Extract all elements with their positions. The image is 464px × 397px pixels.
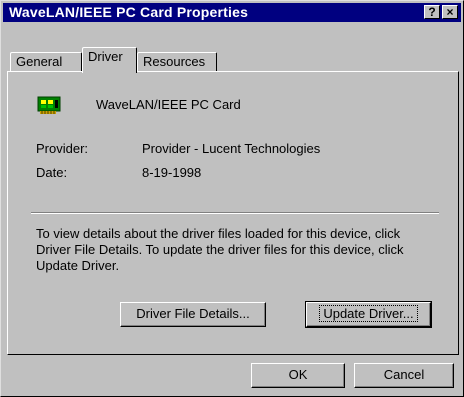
cancel-button[interactable]: Cancel (354, 363, 454, 388)
update-driver-label: Update Driver... (319, 305, 418, 322)
network-card-icon (37, 96, 61, 114)
driver-tab-panel: WaveLAN/IEEE PC Card Provider: Provider … (7, 71, 459, 355)
provider-value: Provider - Lucent Technologies (142, 141, 321, 156)
window-title: WaveLAN/IEEE PC Card Properties (9, 4, 249, 20)
update-driver-button[interactable]: Update Driver... (305, 301, 432, 328)
tab-driver[interactable]: Driver (82, 47, 137, 73)
driver-description: To view details about the driver files l… (36, 226, 404, 273)
tab-general[interactable]: General (10, 52, 82, 72)
separator (31, 212, 439, 214)
driver-file-details-button[interactable]: Driver File Details... (120, 302, 266, 327)
date-value: 8-19-1998 (142, 165, 202, 180)
date-label: Date: (36, 165, 68, 180)
ok-button[interactable]: OK (251, 363, 345, 388)
device-name: WaveLAN/IEEE PC Card (96, 97, 241, 112)
title-bar[interactable]: WaveLAN/IEEE PC Card Properties ? × (3, 3, 461, 22)
properties-dialog: WaveLAN/IEEE PC Card Properties ? × Gene… (0, 0, 464, 397)
provider-label: Provider: (36, 141, 89, 156)
help-button[interactable]: ? (424, 5, 440, 19)
tab-resources[interactable]: Resources (137, 52, 217, 72)
close-button[interactable]: × (442, 5, 458, 19)
